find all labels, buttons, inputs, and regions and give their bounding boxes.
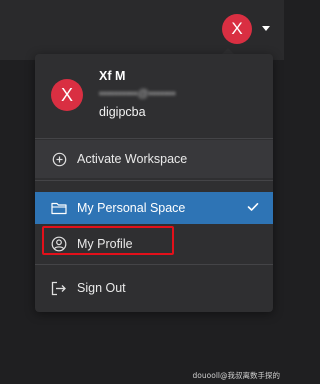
top-bar: X	[0, 0, 284, 60]
sign-out-item[interactable]: Sign Out	[35, 270, 273, 306]
my-profile-label: My Profile	[77, 237, 133, 251]
avatar: X	[51, 79, 83, 111]
folder-icon	[51, 200, 67, 216]
activate-workspace-item[interactable]: Activate Workspace	[35, 140, 273, 178]
divider	[35, 180, 273, 181]
user-email-redacted: ••••••••••@•••••••	[99, 88, 176, 100]
divider	[35, 264, 273, 265]
personal-space-item[interactable]: My Personal Space	[35, 192, 273, 224]
personal-space-label: My Personal Space	[77, 201, 186, 215]
caret-down-icon[interactable]	[262, 26, 270, 31]
sign-out-icon	[51, 280, 67, 296]
organization-name: digipcba	[99, 105, 146, 119]
watermark: douooll@我叔离数手探的	[192, 371, 280, 380]
account-dropdown-menu: X Xf M ••••••••••@••••••• digipcba Activ…	[35, 54, 273, 312]
sign-out-label: Sign Out	[77, 281, 126, 295]
check-icon	[247, 199, 259, 217]
user-avatar-button[interactable]: X	[222, 14, 252, 44]
my-profile-item[interactable]: My Profile	[35, 226, 273, 262]
plus-circle-icon	[51, 151, 67, 167]
activate-workspace-label: Activate Workspace	[77, 152, 188, 166]
user-name: Xf M	[99, 69, 126, 83]
profile-summary: X Xf M ••••••••••@••••••• digipcba	[35, 54, 273, 136]
divider	[35, 138, 273, 139]
user-circle-icon	[51, 236, 67, 252]
